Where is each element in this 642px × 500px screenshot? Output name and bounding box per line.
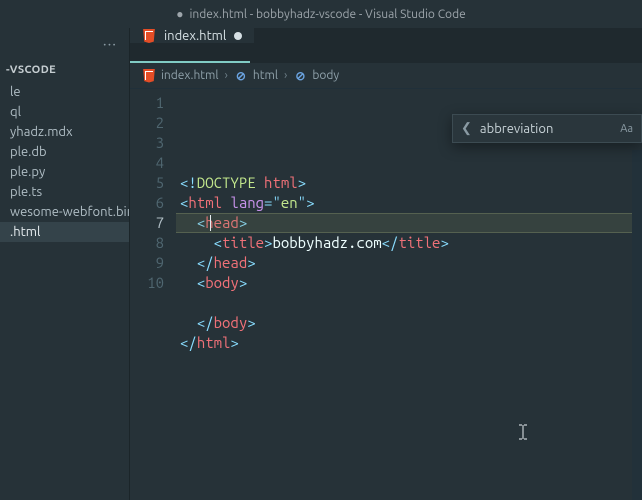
html5-icon [142,69,156,83]
breadcrumb-item[interactable]: ⊘ body [293,69,339,83]
breadcrumb-item[interactable]: index.html [142,69,219,83]
tab-dirty-icon [234,32,242,40]
minimap[interactable] [632,150,642,500]
code-line[interactable]: <html lang="en"> [180,193,642,213]
file-item[interactable]: ple.ts [0,182,129,202]
tab-bar: index.html [130,28,642,63]
code-line[interactable] [180,353,642,373]
code-line[interactable]: <body> [180,273,642,293]
line-number: 1 [130,93,164,113]
chevron-right-icon: › [225,69,228,82]
editor[interactable]: 12345678910 <!DOCTYPE html><html lang="e… [130,89,642,500]
file-list: leqlyhadz.mdxple.dbple.pyple.tswesome-we… [0,82,129,242]
file-item[interactable]: .html [0,222,129,242]
line-number: 8 [130,233,164,253]
chevron-left-icon[interactable]: ❮ [461,121,472,136]
breadcrumb[interactable]: index.html › ⊘ html › ⊘ body [130,63,642,89]
suggest-widget[interactable]: ❮ abbreviation Aa [452,114,642,143]
file-item[interactable]: ql [0,102,129,122]
code-line[interactable]: <title>bobbyhadz.com</title> [180,233,642,253]
brace-icon: ⊘ [234,69,248,83]
line-number: 9 [130,253,164,273]
line-number: 5 [130,173,164,193]
line-number: 4 [130,153,164,173]
line-gutter: 12345678910 [130,89,176,500]
window-title: index.html - bobbyhadz-vscode - Visual S… [190,8,466,21]
line-number: 7 [130,213,164,233]
tab-index-html[interactable]: index.html [130,28,254,43]
line-number: 3 [130,133,164,153]
file-item[interactable]: le [0,82,129,102]
code-line[interactable]: </head> [180,253,642,273]
breadcrumb-item[interactable]: ⊘ html [234,69,278,83]
file-item[interactable]: ple.db [0,142,129,162]
breadcrumb-label: body [312,69,339,82]
code-line[interactable]: </html> [180,333,642,353]
code-line[interactable]: <!DOCTYPE html> [180,173,642,193]
window-titlebar: ● index.html - bobbyhadz-vscode - Visual… [0,0,642,28]
file-item[interactable]: wesome-webfont.bin [0,202,129,222]
folder-name[interactable]: -VSCODE [0,58,129,82]
line-number: 2 [130,113,164,133]
tab-label: index.html [164,29,226,43]
code-line[interactable]: </body> [180,313,642,333]
tab-active-indicator [130,61,250,63]
explorer-sidebar: ··· -VSCODE leqlyhadz.mdxple.dbple.pyple… [0,28,130,500]
dirty-dot-icon: ● [176,7,183,21]
html5-icon [142,29,156,43]
code-line[interactable] [180,293,642,313]
breadcrumb-label: html [253,69,278,82]
suggest-label: abbreviation [480,122,553,136]
file-item[interactable]: yhadz.mdx [0,122,129,142]
sidebar-more-icon[interactable]: ··· [103,35,117,52]
chevron-right-icon: › [284,69,287,82]
line-number: 6 [130,193,164,213]
breadcrumb-label: index.html [161,69,219,82]
brace-icon: ⊘ [293,69,307,83]
line-number: 10 [130,273,164,293]
text-caret [210,215,211,231]
code-area[interactable]: <!DOCTYPE html><html lang="en"> <head> <… [176,89,642,500]
match-case-icon[interactable]: Aa [620,123,633,135]
code-line[interactable]: <head> [180,213,642,233]
file-item[interactable]: ple.py [0,162,129,182]
